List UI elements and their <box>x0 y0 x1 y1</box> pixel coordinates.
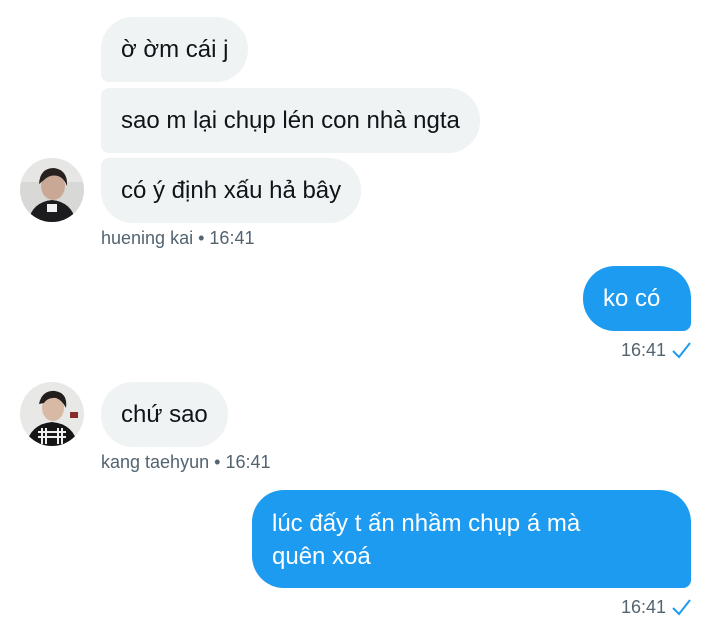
message-time: 16:41 <box>225 452 271 472</box>
message-time: 16:41 <box>620 597 666 617</box>
message-bubble-incoming[interactable]: ờ ờm cái j <box>101 17 249 82</box>
sender-name[interactable]: huening kai <box>101 228 193 248</box>
check-icon <box>672 599 691 616</box>
message-meta: kang taehyun • 16:41 <box>101 451 270 473</box>
avatar-image <box>20 158 84 222</box>
message-meta: huening kai • 16:41 <box>101 227 254 249</box>
avatar-huening-kai[interactable] <box>20 158 84 222</box>
message-time: 16:41 <box>620 340 666 360</box>
message-text-line: lúc đấy t ấn nhầm chụp á mà <box>272 510 581 537</box>
message-bubble-outgoing[interactable]: lúc đấy t ấn nhầm chụp á mà quên xoá <box>252 490 691 588</box>
message-time: 16:41 <box>209 228 255 248</box>
meta-separator: • <box>198 228 205 248</box>
message-text-line: quên xoá <box>272 543 371 570</box>
meta-separator: • <box>214 452 221 472</box>
sender-name[interactable]: kang taehyun <box>101 452 209 472</box>
message-text: ko có <box>603 285 661 312</box>
message-bubble-incoming[interactable]: sao m lại chụp lén con nhà ngta <box>101 88 480 153</box>
avatar-kang-taehyun[interactable] <box>20 382 84 446</box>
message-text: ờ ờm cái j <box>121 36 229 63</box>
message-bubble-incoming[interactable]: chứ sao <box>101 382 228 447</box>
message-bubble-incoming[interactable]: có ý định xấu hả bây <box>101 158 362 223</box>
avatar-image <box>20 382 84 446</box>
message-bubble-outgoing[interactable]: ko có <box>583 266 691 331</box>
message-meta-outgoing: 16:41 <box>621 596 692 618</box>
check-icon <box>672 342 691 359</box>
message-text: sao m lại chụp lén con nhà ngta <box>121 107 460 134</box>
message-text: có ý định xấu hả bây <box>121 177 342 204</box>
message-text: chứ sao <box>121 401 208 428</box>
message-meta-outgoing: 16:41 <box>621 339 692 361</box>
